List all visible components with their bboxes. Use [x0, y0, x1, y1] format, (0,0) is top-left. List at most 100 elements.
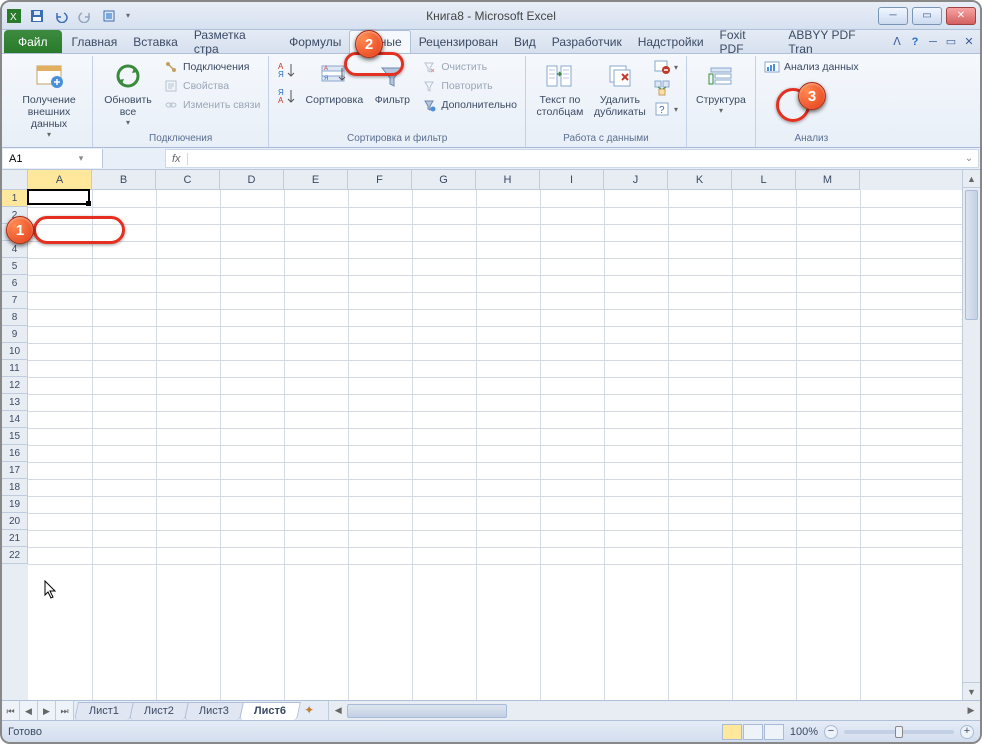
row-header[interactable]: 1 — [2, 190, 28, 207]
column-header[interactable]: K — [668, 170, 732, 190]
tab-foxit[interactable]: Foxit PDF — [712, 30, 781, 53]
sheet-nav-first[interactable]: ⏮ — [2, 701, 20, 720]
tab-formulas[interactable]: Формулы — [281, 30, 349, 53]
row-header[interactable]: 14 — [2, 411, 28, 428]
sheet-tab[interactable]: Лист6 — [239, 702, 301, 720]
workbook-minimize-icon[interactable]: ─ — [926, 35, 940, 49]
sheet-nav-prev[interactable]: ◀ — [20, 701, 38, 720]
row-header[interactable]: 21 — [2, 530, 28, 547]
row-header[interactable]: 18 — [2, 479, 28, 496]
text-to-columns-button[interactable]: Текст по столбцам — [532, 58, 588, 120]
qat-extra-icon[interactable] — [98, 5, 120, 27]
zoom-in-button[interactable]: + — [960, 725, 974, 739]
row-header[interactable]: 17 — [2, 462, 28, 479]
column-header[interactable]: L — [732, 170, 796, 190]
sheet-tab[interactable]: Лист1 — [74, 702, 134, 720]
maximize-button[interactable]: ▭ — [912, 7, 942, 25]
horizontal-scrollbar[interactable]: ◀ ▶ — [328, 701, 980, 720]
column-header[interactable]: I — [540, 170, 604, 190]
data-validation-button[interactable]: ▾ — [652, 58, 680, 76]
zoom-thumb[interactable] — [895, 726, 903, 738]
consolidate-button[interactable] — [652, 79, 680, 97]
zoom-level[interactable]: 100% — [790, 726, 818, 738]
column-header[interactable]: D — [220, 170, 284, 190]
vertical-scroll-thumb[interactable] — [965, 190, 978, 320]
connections-button[interactable]: Подключения — [161, 58, 262, 76]
formula-input[interactable] — [188, 153, 960, 165]
row-header[interactable]: 19 — [2, 496, 28, 513]
column-header[interactable]: M — [796, 170, 860, 190]
new-sheet-button[interactable]: ✦ — [298, 701, 320, 720]
workbook-close-icon[interactable]: ✕ — [962, 35, 976, 49]
column-header[interactable]: J — [604, 170, 668, 190]
sort-asc-button[interactable]: АЯ — [275, 58, 299, 82]
row-header[interactable]: 15 — [2, 428, 28, 445]
fx-icon[interactable]: fx — [166, 153, 188, 165]
advanced-filter-button[interactable]: Дополнительно — [419, 96, 519, 114]
column-header[interactable]: C — [156, 170, 220, 190]
row-header[interactable]: 9 — [2, 326, 28, 343]
redo-icon[interactable] — [74, 5, 96, 27]
sort-button[interactable]: АЯ Сортировка — [303, 58, 365, 108]
scroll-down-icon[interactable]: ▼ — [963, 682, 980, 700]
tab-view[interactable]: Вид — [506, 30, 544, 53]
row-header[interactable]: 8 — [2, 309, 28, 326]
get-external-data-button[interactable]: Получение внешних данных ▾ — [12, 58, 86, 141]
refresh-all-button[interactable]: Обновить все ▾ — [99, 58, 157, 129]
row-header[interactable]: 16 — [2, 445, 28, 462]
row-header[interactable]: 12 — [2, 377, 28, 394]
sort-desc-button[interactable]: ЯА — [275, 84, 299, 108]
tab-home[interactable]: Главная — [64, 30, 126, 53]
tab-abbyy[interactable]: ABBYY PDF Tran — [780, 30, 890, 53]
vertical-scrollbar[interactable]: ▲ ▼ — [962, 170, 980, 700]
scroll-left-icon[interactable]: ◀ — [329, 705, 347, 716]
sheet-nav-last[interactable]: ⏭ — [56, 701, 74, 720]
view-pagelayout-button[interactable] — [743, 724, 763, 740]
sheet-tab[interactable]: Лист3 — [184, 702, 244, 720]
save-icon[interactable] — [26, 5, 48, 27]
row-header[interactable]: 10 — [2, 343, 28, 360]
tab-pagelayout[interactable]: Разметка стра — [186, 30, 281, 53]
filter-button[interactable]: Фильтр — [369, 58, 415, 108]
row-header[interactable]: 20 — [2, 513, 28, 530]
remove-duplicates-button[interactable]: Удалить дубликаты — [592, 58, 648, 120]
sheet-nav-next[interactable]: ▶ — [38, 701, 56, 720]
view-pagebreak-button[interactable] — [764, 724, 784, 740]
active-cell[interactable] — [27, 189, 90, 205]
column-header[interactable]: A — [28, 170, 92, 190]
data-analysis-button[interactable]: Анализ данных — [762, 58, 861, 76]
tab-developer[interactable]: Разработчик — [544, 30, 630, 53]
sheet-tab[interactable]: Лист2 — [129, 702, 189, 720]
column-header[interactable]: G — [412, 170, 476, 190]
help-icon[interactable]: ? — [908, 35, 922, 49]
select-all-corner[interactable] — [2, 170, 28, 190]
close-button[interactable]: ✕ — [946, 7, 976, 25]
row-header[interactable]: 5 — [2, 258, 28, 275]
scroll-right-icon[interactable]: ▶ — [962, 705, 980, 716]
minimize-ribbon-icon[interactable]: ᐱ — [890, 35, 904, 49]
tab-file[interactable]: Файл — [4, 30, 62, 53]
row-header[interactable]: 22 — [2, 547, 28, 564]
column-header[interactable]: H — [476, 170, 540, 190]
undo-icon[interactable] — [50, 5, 72, 27]
view-normal-button[interactable] — [722, 724, 742, 740]
tab-review[interactable]: Рецензирован — [411, 30, 506, 53]
name-box-dropdown-icon[interactable]: ▾ — [73, 153, 89, 164]
zoom-slider[interactable] — [844, 730, 954, 734]
column-header[interactable]: E — [284, 170, 348, 190]
cells-area[interactable] — [28, 190, 962, 700]
row-header[interactable]: 7 — [2, 292, 28, 309]
formula-expand-icon[interactable]: ⌄ — [960, 153, 978, 164]
row-header[interactable]: 6 — [2, 275, 28, 292]
whatif-button[interactable]: ?▾ — [652, 100, 680, 118]
row-header[interactable]: 13 — [2, 394, 28, 411]
qat-customize-icon[interactable]: ▾ — [122, 5, 134, 27]
tab-insert[interactable]: Вставка — [125, 30, 186, 53]
horizontal-scroll-thumb[interactable] — [347, 704, 507, 718]
row-header[interactable]: 11 — [2, 360, 28, 377]
zoom-out-button[interactable]: − — [824, 725, 838, 739]
column-header[interactable]: B — [92, 170, 156, 190]
column-header[interactable]: F — [348, 170, 412, 190]
workbook-restore-icon[interactable]: ▭ — [944, 35, 958, 49]
scroll-up-icon[interactable]: ▲ — [963, 170, 980, 188]
